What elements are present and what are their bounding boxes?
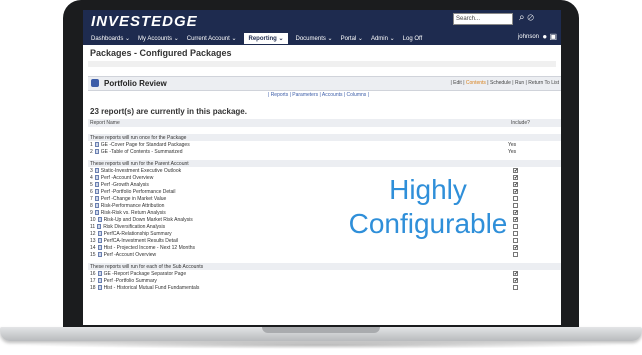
panel-links: | Edit | Contents | Schedule | Run | Ret… (450, 80, 559, 86)
col-include: Include? (511, 120, 530, 126)
report-icon (94, 189, 99, 194)
include-value: Yes (508, 149, 517, 155)
table-header: Report Name Include? (88, 119, 561, 127)
nav-dashboards[interactable]: Dashboards ⌄ (91, 35, 130, 42)
table-row[interactable]: 17 Perf -Portfolio Summary ✔ (88, 277, 561, 284)
divider (88, 61, 556, 67)
report-name[interactable]: Perf -Account Overview (104, 252, 157, 258)
include-checkbox[interactable]: ✔ (513, 271, 518, 277)
report-icon (94, 210, 99, 215)
report-icon (94, 168, 99, 173)
nav-portal[interactable]: Portal ⌄ (341, 35, 363, 42)
screen: INVESTEDGE Search... ⌕ ⊘ Dashboards ⌄ My… (83, 10, 561, 325)
user-icon[interactable]: ● (542, 32, 547, 41)
report-icon (94, 182, 99, 187)
report-icon (94, 175, 99, 180)
report-icon (97, 285, 102, 290)
app-logo: INVESTEDGE (91, 13, 198, 30)
table-row[interactable]: 2 GE -Table of Contents - Summarized Yes (88, 148, 561, 155)
user-icons: ● ▣ (542, 32, 557, 41)
table-row[interactable]: 14 Hist - Projected Income - Next 12 Mont… (88, 244, 561, 251)
report-icon (97, 252, 102, 257)
search-icon[interactable]: ⌕ (519, 12, 525, 23)
report-icon (97, 271, 102, 276)
nav-reporting[interactable]: Reporting ⌄ (244, 33, 288, 44)
page-title: Packages - Configured Packages (90, 48, 232, 58)
table-row[interactable]: 15 Perf -Account Overview (88, 251, 561, 258)
contents-link[interactable]: Contents (466, 80, 486, 86)
include-checkbox[interactable] (513, 252, 518, 257)
user-name[interactable]: johnson (518, 34, 539, 40)
report-icon (94, 196, 99, 201)
portfolio-icon (91, 79, 99, 87)
include-checkbox[interactable]: ✔ (513, 245, 518, 251)
laptop-shadow (20, 341, 622, 349)
top-bar: INVESTEDGE Search... ⌕ ⊘ Dashboards ⌄ My… (83, 10, 561, 45)
report-icon (94, 203, 99, 208)
table-row[interactable]: 1 GE -Cover Page for Standard Packages Yes (88, 141, 561, 148)
panel-title: Portfolio Review (104, 79, 167, 88)
section-header: These reports will run for each of the S… (88, 263, 561, 270)
report-icon (97, 217, 102, 222)
section-header: These reports will run once for the Pack… (88, 134, 561, 141)
return-to-list-link[interactable]: Return To List (528, 80, 559, 86)
report-name[interactable]: Hist - Historical Mutual Fund Fundamenta… (104, 285, 200, 291)
nav-admin[interactable]: Admin ⌄ (371, 35, 395, 42)
window-icon[interactable]: ▣ (549, 32, 557, 41)
content-tabs[interactable]: | Reports | Parameters | Accounts | Colu… (268, 92, 369, 98)
nav-current-account[interactable]: Current Account ⌄ (187, 35, 237, 42)
report-icon (97, 245, 102, 250)
nav-my-accounts[interactable]: My Accounts ⌄ (138, 35, 179, 42)
report-icon (94, 142, 99, 147)
section-header: These reports will run for the Parent Ac… (88, 160, 561, 167)
overlay-line-2: Configurable (348, 208, 508, 239)
panel-header: Portfolio Review | Edit | Contents | Sch… (88, 76, 561, 91)
run-link[interactable]: Run (515, 80, 524, 86)
report-icon (97, 231, 102, 236)
report-icon (94, 149, 99, 154)
report-name[interactable]: GE -Table of Contents - Summarized (101, 149, 183, 155)
report-count: 23 report(s) are currently in this packa… (90, 107, 247, 116)
table-row[interactable]: 18 Hist - Historical Mutual Fund Fundamen… (88, 284, 561, 291)
main-nav: Dashboards ⌄ My Accounts ⌄ Current Accou… (83, 32, 561, 45)
report-icon (97, 278, 102, 283)
report-icon (97, 224, 102, 229)
laptop-notch (262, 327, 380, 333)
nav-documents[interactable]: Documents ⌄ (296, 35, 333, 42)
report-icon (97, 238, 102, 243)
row-number: 2 (90, 149, 93, 155)
row-number: 15 (90, 252, 96, 258)
top-icons: ⌕ ⊘ (519, 12, 534, 23)
help-icon[interactable]: ⊘ (527, 12, 534, 23)
table-row[interactable]: 16 GE -Report Package Separator Page ✔ (88, 270, 561, 277)
col-report-name: Report Name (90, 120, 120, 126)
overlay-line-1: Highly (389, 174, 467, 205)
overlay-caption: Highly Configurable (308, 173, 548, 241)
row-number: 18 (90, 285, 96, 291)
edit-link[interactable]: Edit (453, 80, 462, 86)
include-checkbox[interactable] (513, 285, 518, 290)
include-checkbox[interactable]: ✔ (513, 278, 518, 284)
search-input[interactable]: Search... (453, 13, 513, 25)
schedule-link[interactable]: Schedule (490, 80, 511, 86)
nav-log-off[interactable]: Log Off (403, 36, 423, 42)
